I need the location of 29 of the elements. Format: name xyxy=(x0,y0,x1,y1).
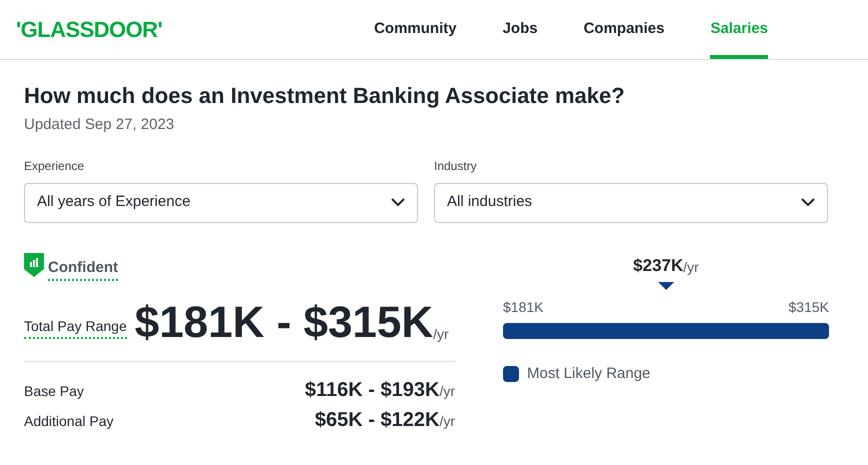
page-title: How much does an Investment Banking Associate make? xyxy=(24,82,626,110)
filter-label: Experience xyxy=(24,158,86,174)
unit-label: /yr xyxy=(439,382,455,401)
nav-tab[interactable]: Community xyxy=(374,0,457,59)
unit-label: /yr xyxy=(683,258,699,277)
filter-label: Industry xyxy=(434,158,478,174)
total-pay-label[interactable]: Total Pay Range xyxy=(24,316,127,339)
pay-value: $65K - $122K xyxy=(314,408,440,432)
filter-dropdown[interactable]: All industries xyxy=(434,182,828,222)
unit-label: /yr xyxy=(433,325,449,344)
chevron-icon xyxy=(801,198,815,207)
legend-swatch xyxy=(503,366,519,382)
legend-label: Most Likely Range xyxy=(527,364,650,384)
pay-value: $116K - $193K xyxy=(304,378,440,402)
range-min: $181K xyxy=(503,298,544,316)
marker-icon xyxy=(658,282,674,290)
nav-tab[interactable]: Companies xyxy=(584,0,664,59)
confidence-label[interactable]: Confident xyxy=(48,256,118,281)
total-pay-value: $181K - $315K xyxy=(134,301,434,345)
nav-tab[interactable]: Jobs xyxy=(502,0,538,59)
range-max: $315K xyxy=(788,298,829,316)
updated-date: Updated Sep 27, 2023 xyxy=(24,115,176,135)
median-value: $237K xyxy=(633,254,684,274)
pay-label: Additional Pay xyxy=(24,412,114,431)
unit-label: /yr xyxy=(439,412,455,431)
filter-dropdown[interactable]: All years of Experience xyxy=(24,182,418,222)
shield-chart-icon xyxy=(24,252,44,277)
chevron-icon xyxy=(391,198,405,207)
pay-label: Base Pay xyxy=(24,382,84,401)
